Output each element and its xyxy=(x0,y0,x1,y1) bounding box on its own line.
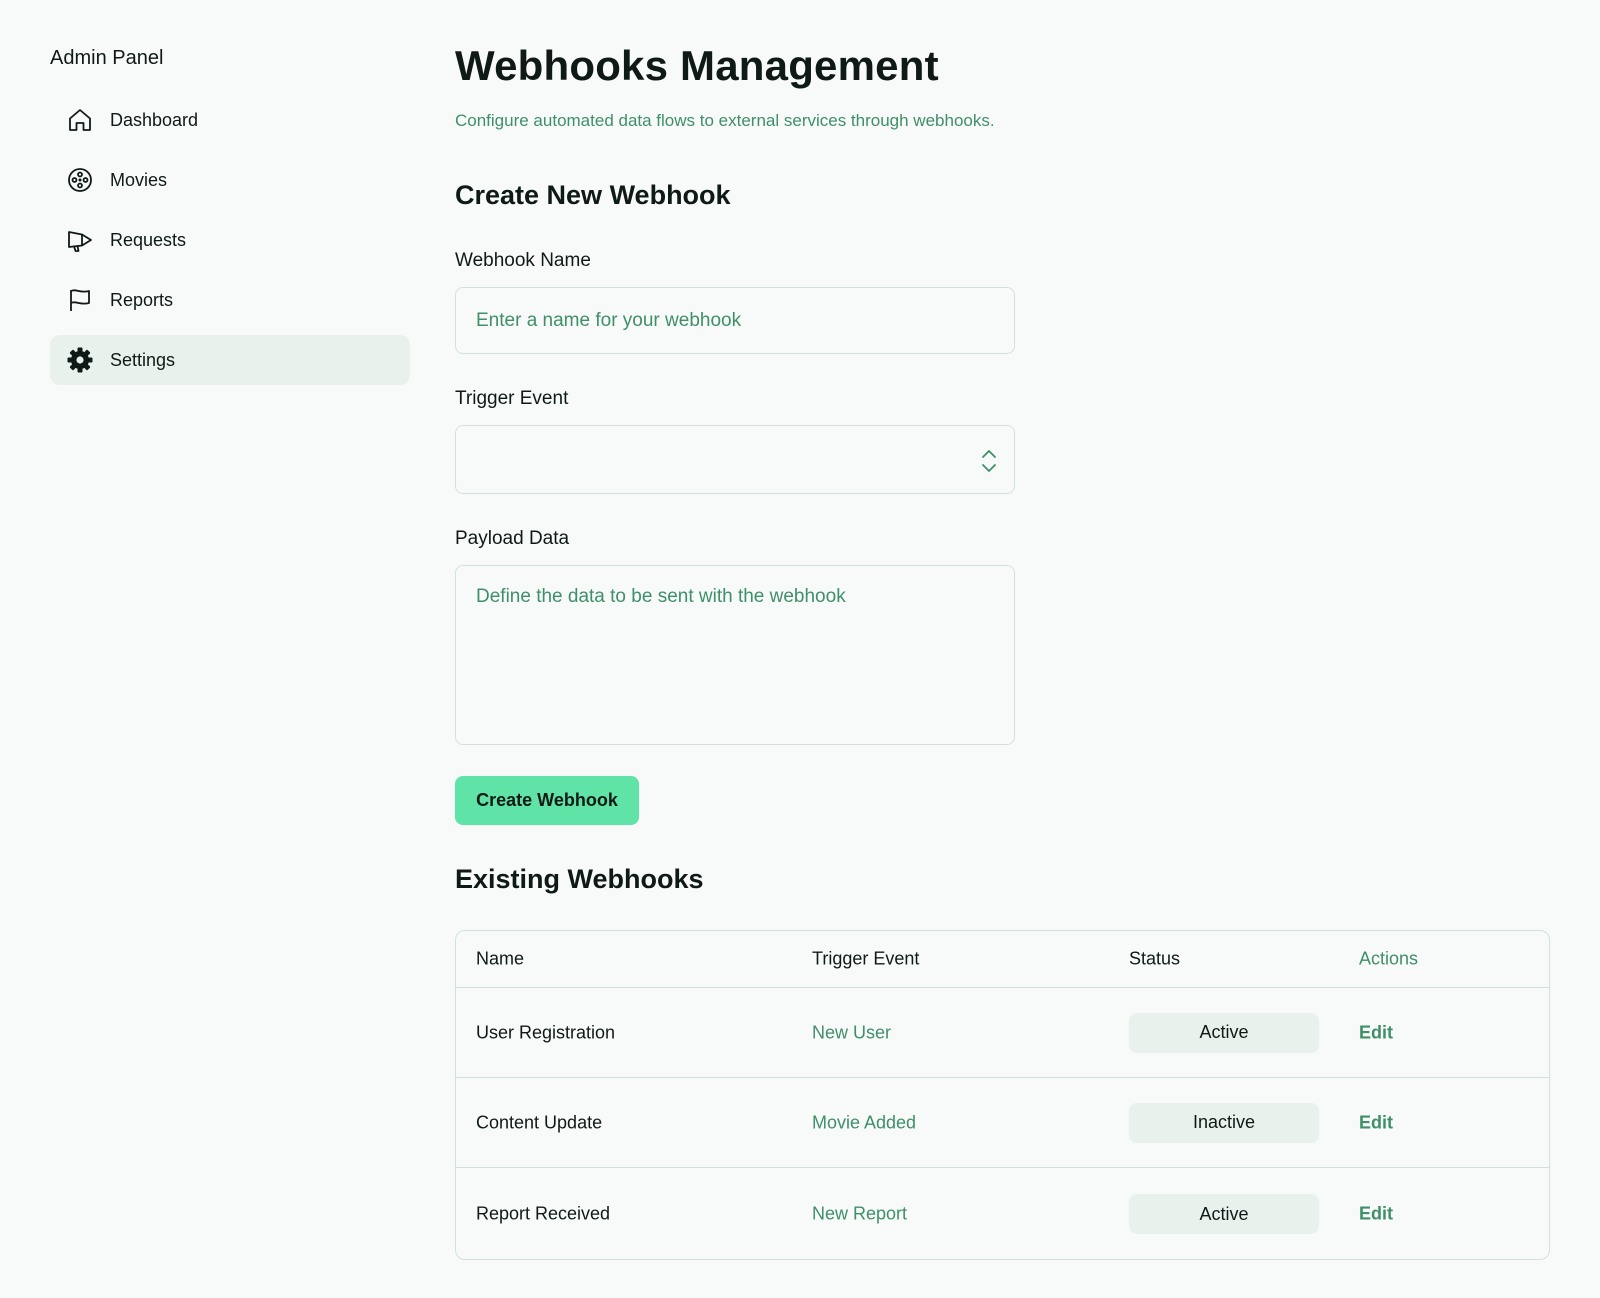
payload-data-label: Payload Data xyxy=(455,528,570,549)
webhook-name-cell: Report Received xyxy=(476,1203,611,1224)
status-badge: Active xyxy=(1129,1012,1319,1053)
edit-button[interactable]: Edit xyxy=(1359,1022,1393,1043)
sidebar-item-settings[interactable]: Settings xyxy=(50,335,410,385)
create-webhook-heading: Create New Webhook xyxy=(455,180,731,210)
sidebar-item-reports[interactable]: Reports xyxy=(50,275,410,325)
trigger-event-label: Trigger Event xyxy=(455,388,569,409)
film-reel-icon xyxy=(66,166,94,194)
flag-icon xyxy=(66,286,94,314)
trigger-event-select[interactable] xyxy=(455,425,1015,494)
status-badge: Active xyxy=(1129,1194,1319,1234)
sidebar-item-label: Reports xyxy=(110,289,174,310)
page-title: Webhooks Management xyxy=(455,42,939,89)
sidebar-item-requests[interactable]: Requests xyxy=(50,215,410,265)
brand-title: Admin Panel xyxy=(50,47,164,69)
sidebar-item-label: Movies xyxy=(110,169,168,190)
column-header-status: Status xyxy=(1129,948,1181,969)
sidebar-item-dashboard[interactable]: Dashboard xyxy=(50,95,410,145)
edit-button[interactable]: Edit xyxy=(1359,1204,1393,1225)
table-row: User Registration New User Active Edit xyxy=(456,988,1549,1078)
webhook-trigger-cell: New User xyxy=(812,1022,892,1042)
webhook-name-cell: User Registration xyxy=(476,1022,616,1042)
page-subtitle: Configure automated data flows to extern… xyxy=(455,111,995,130)
sidebar-item-movies[interactable]: Movies xyxy=(50,155,410,205)
table-header-row: Name Trigger Event Status Actions xyxy=(456,931,1549,988)
sidebar-item-label: Dashboard xyxy=(110,109,199,130)
webhook-trigger-cell: Movie Added xyxy=(812,1112,917,1132)
sidebar-nav: Dashboard Movies Requests Reports Settin… xyxy=(50,95,410,395)
webhooks-table: Name Trigger Event Status Actions User R… xyxy=(455,930,1550,1260)
sidebar-item-label: Requests xyxy=(110,229,187,250)
column-header-name: Name xyxy=(476,948,525,969)
webhook-name-label: Webhook Name xyxy=(455,250,591,271)
table-row: Report Received New Report Active Edit xyxy=(456,1168,1549,1259)
megaphone-icon xyxy=(66,226,94,254)
column-header-trigger: Trigger Event xyxy=(812,948,920,969)
existing-webhooks-heading: Existing Webhooks xyxy=(455,864,704,894)
table-row: Content Update Movie Added Inactive Edit xyxy=(456,1078,1549,1168)
create-webhook-button[interactable]: Create Webhook xyxy=(455,776,639,825)
payload-data-textarea[interactable] xyxy=(455,565,1015,745)
webhook-name-input[interactable] xyxy=(455,287,1015,354)
chevron-up-down-icon xyxy=(982,450,996,472)
column-header-actions: Actions xyxy=(1359,948,1419,969)
webhook-trigger-cell: New Report xyxy=(812,1203,908,1224)
home-icon xyxy=(66,106,94,134)
edit-button[interactable]: Edit xyxy=(1359,1112,1393,1133)
status-badge: Inactive xyxy=(1129,1102,1319,1143)
sidebar-item-label: Settings xyxy=(110,349,176,370)
gear-icon xyxy=(66,346,94,374)
webhook-name-cell: Content Update xyxy=(476,1112,603,1132)
